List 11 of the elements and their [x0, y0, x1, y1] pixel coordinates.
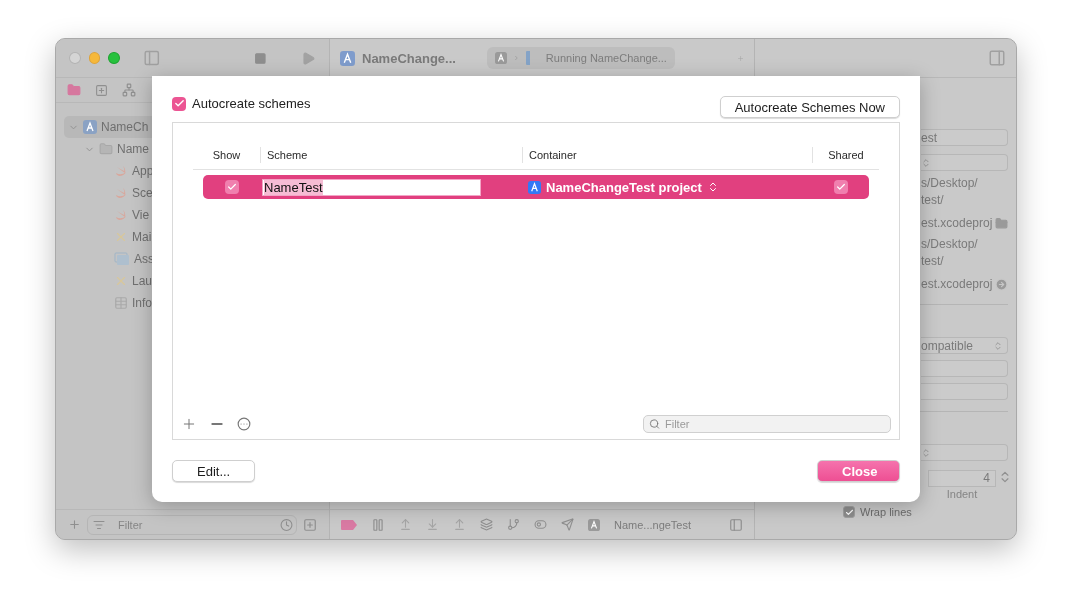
- file-name: est.xcodeproj: [921, 215, 993, 232]
- checkbox-label: Autocreate schemes: [192, 96, 311, 111]
- path-text: s/Desktop/: [921, 236, 978, 253]
- activity-pill: Running NameChange...: [486, 47, 675, 69]
- checkbox-label: Wrap lines: [860, 506, 912, 518]
- project-title: NameChange...: [362, 50, 456, 66]
- field-label: Indent: [946, 487, 978, 501]
- file-name: est.xcodeproj: [921, 276, 993, 293]
- path-text: test/: [921, 253, 944, 270]
- path-text: s/Desktop/: [921, 175, 978, 192]
- path-text: test/: [921, 192, 944, 209]
